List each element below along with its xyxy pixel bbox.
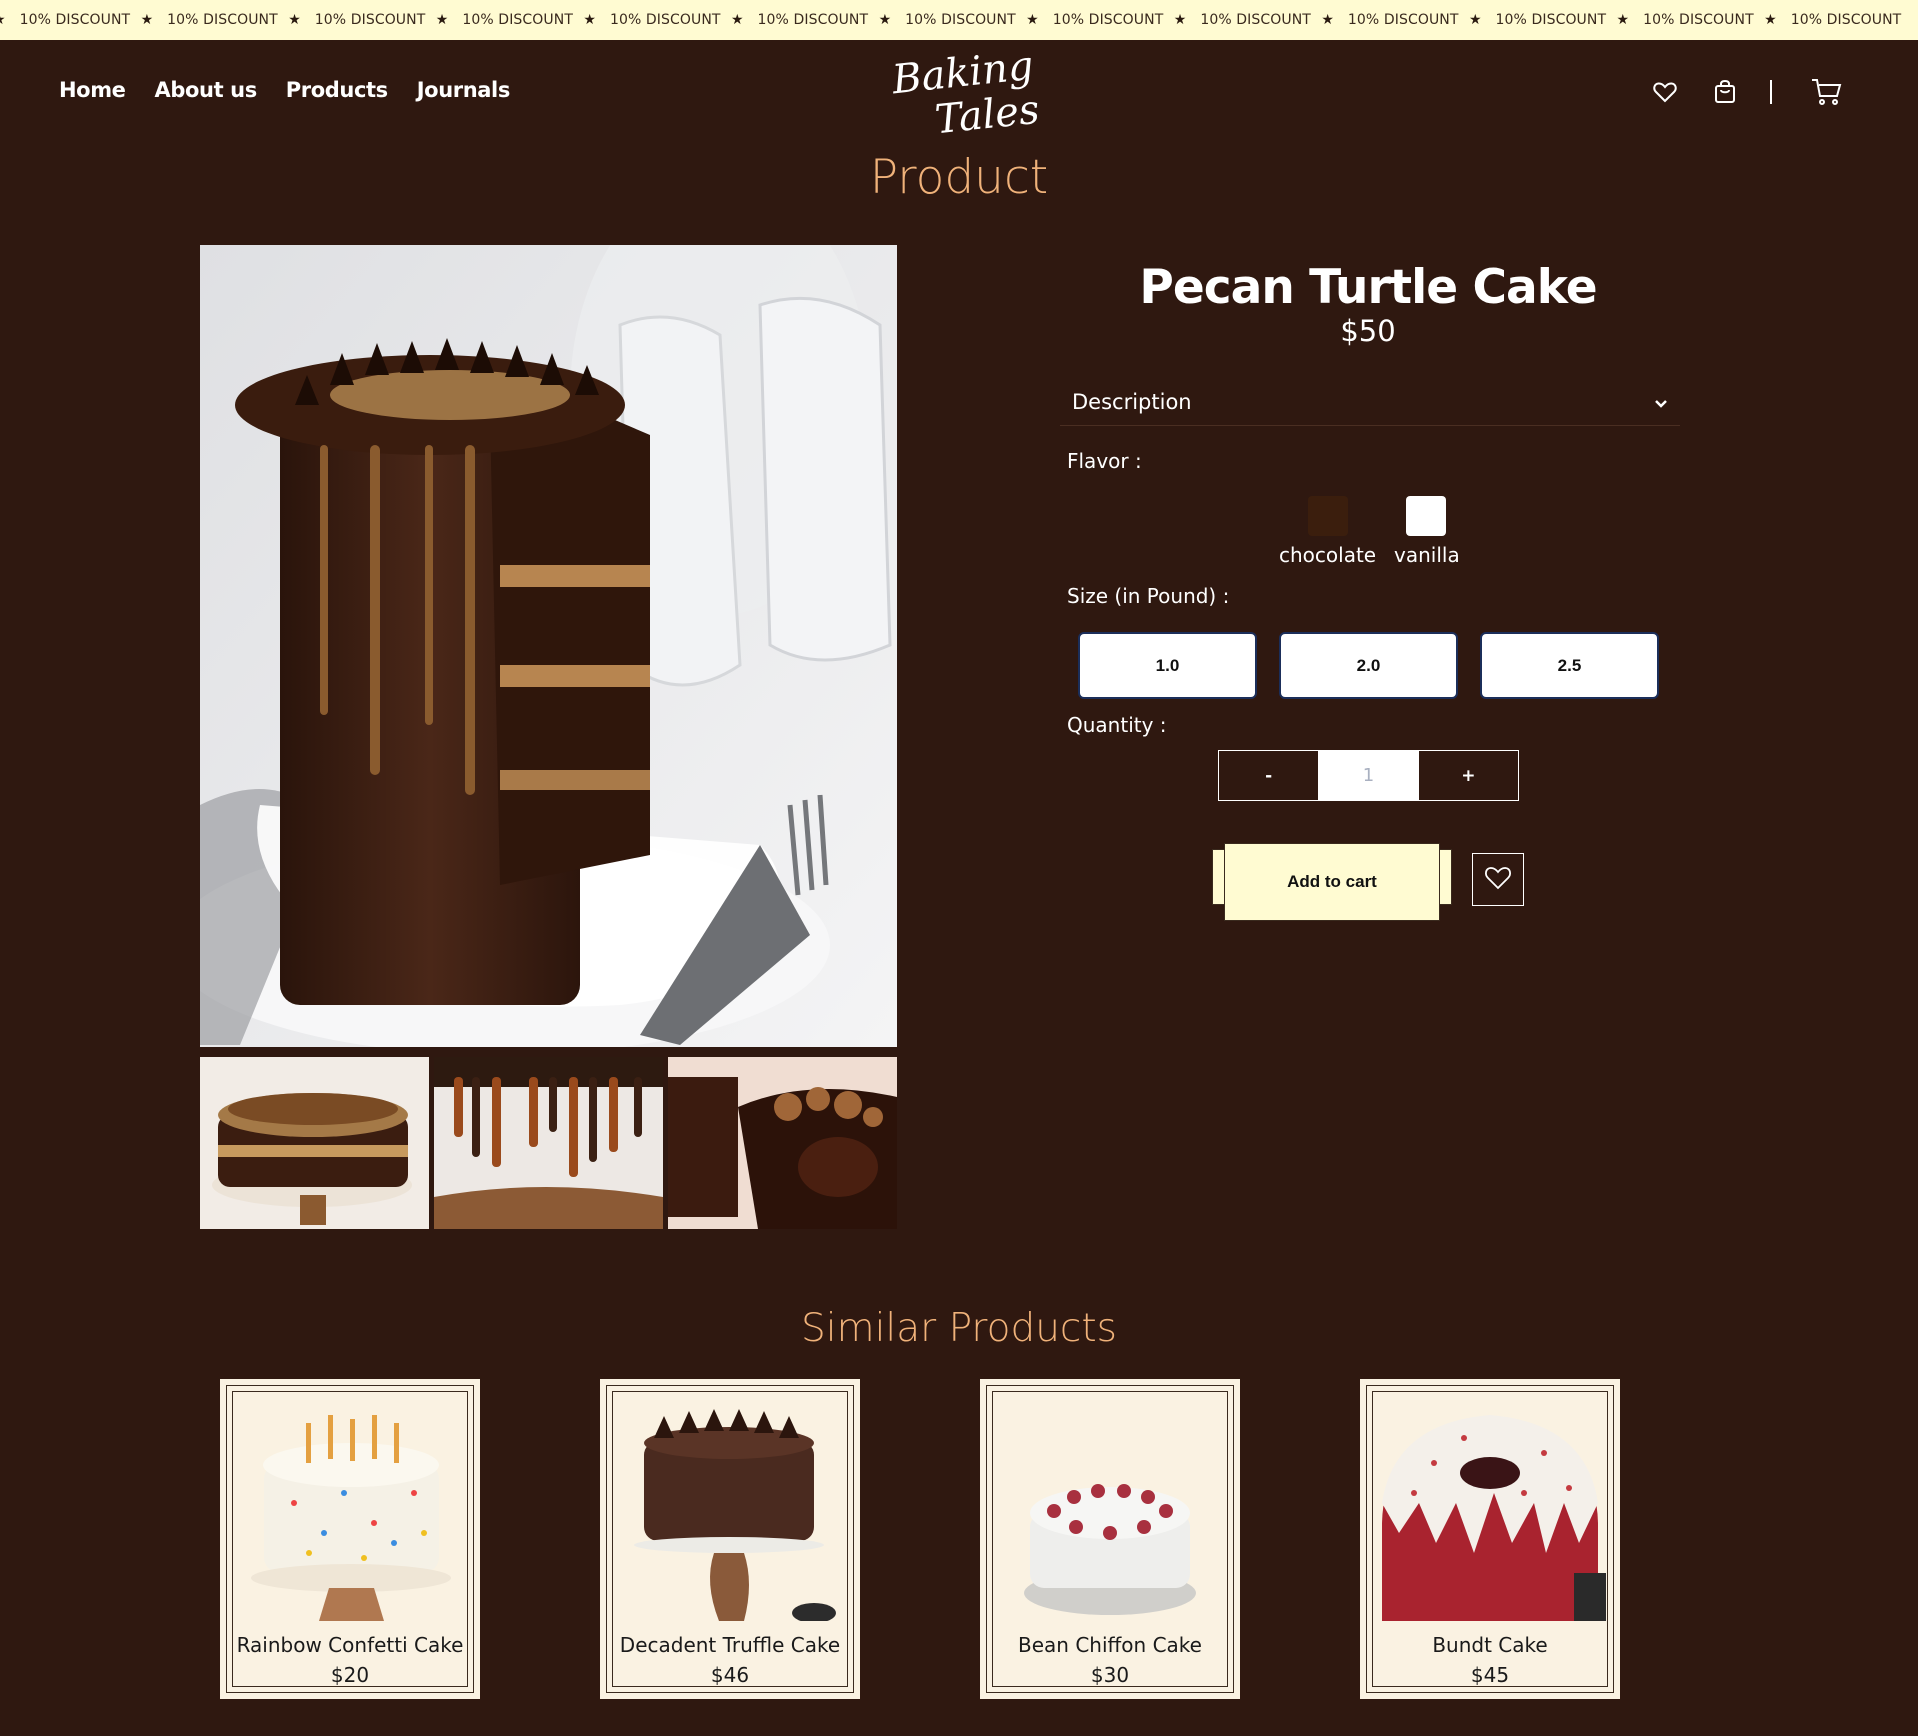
- star-icon: ★: [1173, 12, 1187, 28]
- cart-icon[interactable]: [1810, 78, 1844, 106]
- thumbnail-image-1[interactable]: [200, 1057, 429, 1229]
- marquee-text: 10% DISCOUNT: [905, 12, 1016, 28]
- main-product-image: [200, 245, 897, 1047]
- marquee-item: ★ 10% DISCOUNT: [879, 0, 1027, 40]
- size-option-3[interactable]: 2.5: [1480, 632, 1659, 699]
- shopping-bag-icon[interactable]: [1711, 78, 1739, 106]
- add-to-cart-button[interactable]: Add to cart: [1224, 843, 1440, 921]
- star-icon: ★: [1321, 12, 1334, 28]
- size-label: Size (in Pound) :: [1067, 584, 1230, 608]
- marquee-text: 10% DISCOUNT: [1643, 12, 1754, 28]
- marquee-text: 10% DISCOUNT: [1495, 12, 1607, 28]
- similar-products-title: Similar Products: [801, 1306, 1117, 1351]
- similar-product-card[interactable]: Rainbow Confetti Cake $20: [220, 1379, 480, 1699]
- marquee-text: 10% DISCOUNT: [167, 12, 278, 28]
- similar-product-card[interactable]: Bundt Cake $45: [1360, 1379, 1620, 1699]
- marquee-text: 10% DISCOUNT: [19, 12, 131, 28]
- nav-home-link[interactable]: Home: [59, 78, 126, 102]
- heart-icon: [1484, 865, 1512, 895]
- marquee-item: ★ 10% DISCOUNT: [1469, 0, 1617, 40]
- marquee-item: ★ 10% DISCOUNT: [436, 0, 584, 40]
- main-nav: Home About us Products Journals: [59, 78, 510, 102]
- marquee-item: ★ 10% DISCOUNT: [141, 0, 289, 40]
- star-icon: ★: [435, 12, 449, 28]
- size-option-1[interactable]: 1.0: [1078, 632, 1257, 699]
- star-icon: ★: [1616, 12, 1630, 28]
- marquee-item: ★ 10% DISCOUNT: [1764, 0, 1912, 40]
- flavor-swatch-vanilla[interactable]: [1406, 496, 1446, 536]
- similar-product-price: $45: [1470, 1663, 1510, 1687]
- similar-product-price: $30: [1090, 1663, 1130, 1687]
- marquee-item: ★ 10% DISCOUNT: [731, 0, 879, 40]
- nav-about-link[interactable]: About us: [155, 78, 258, 102]
- similar-product-card[interactable]: Decadent Truffle Cake $46: [600, 1379, 860, 1699]
- product-name: Pecan Turtle Cake: [1139, 260, 1597, 315]
- star-icon: ★: [1468, 12, 1482, 28]
- add-to-wishlist-button[interactable]: [1472, 853, 1524, 906]
- marquee-item: ★ 10% DISCOUNT: [1617, 0, 1765, 40]
- description-accordion[interactable]: Description: [1060, 378, 1680, 426]
- marquee-text: 10% DISCOUNT: [1790, 12, 1902, 28]
- marquee-text: 10% DISCOUNT: [462, 12, 573, 28]
- quantity-decrease-button[interactable]: -: [1219, 751, 1318, 800]
- star-icon: ★: [288, 12, 301, 28]
- add-to-cart-wrapper: Add to cart: [1212, 843, 1452, 921]
- star-icon: ★: [730, 12, 744, 28]
- header-divider: [1770, 80, 1772, 104]
- marquee-item: ★ 10% DISCOUNT: [0, 0, 141, 40]
- flavor-swatch-chocolate[interactable]: [1308, 496, 1348, 536]
- marquee-item: ★ 10% DISCOUNT: [583, 0, 731, 40]
- flavor-label-chocolate: chocolate: [1279, 543, 1377, 567]
- flavor-label: Flavor :: [1067, 449, 1142, 473]
- similar-product-image: [994, 1393, 1226, 1621]
- chevron-down-icon: [1654, 390, 1668, 414]
- star-icon: ★: [583, 12, 596, 28]
- star-icon: ★: [140, 12, 154, 28]
- marquee-text: 10% DISCOUNT: [1052, 12, 1164, 28]
- wishlist-heart-icon[interactable]: [1651, 78, 1679, 106]
- similar-product-image: [1374, 1393, 1606, 1621]
- similar-product-name: Bean Chiffon Cake: [1018, 1633, 1202, 1657]
- star-icon: ★: [1026, 12, 1039, 28]
- marquee-item: ★ 10% DISCOUNT: [1174, 0, 1322, 40]
- star-icon: ★: [878, 12, 892, 28]
- marquee-text: 10% DISCOUNT: [314, 12, 426, 28]
- similar-product-image: [234, 1393, 466, 1621]
- logo-line-2: Tales: [932, 86, 1042, 144]
- similar-product-card[interactable]: Bean Chiffon Cake $30: [980, 1379, 1240, 1699]
- quantity-stepper: - 1 +: [1218, 750, 1519, 801]
- description-label: Description: [1072, 389, 1192, 414]
- quantity-increase-button[interactable]: +: [1419, 751, 1518, 800]
- marquee-item: ★ 10% DISCOUNT: [1321, 0, 1469, 40]
- similar-product-name: Rainbow Confetti Cake: [236, 1633, 464, 1657]
- discount-marquee: ★10% DISCOUNT★10% DISCOUNT★10% DISCOUNT★…: [0, 0, 1918, 40]
- quantity-label: Quantity :: [1067, 713, 1167, 737]
- similar-product-price: $20: [330, 1663, 370, 1687]
- nav-products-link[interactable]: Products: [286, 78, 388, 102]
- similar-product-image: [614, 1393, 846, 1621]
- product-price: $50: [1340, 314, 1396, 348]
- similar-product-price: $46: [710, 1663, 750, 1687]
- similar-product-name: Bundt Cake: [1432, 1633, 1548, 1657]
- nav-journals-link[interactable]: Journals: [417, 78, 511, 102]
- similar-product-name: Decadent Truffle Cake: [619, 1633, 841, 1657]
- marquee-item: ★ 10% DISCOUNT: [288, 0, 436, 40]
- brand-logo[interactable]: Baking Tales: [880, 43, 1042, 144]
- size-option-2[interactable]: 2.0: [1279, 632, 1458, 699]
- star-icon: ★: [1764, 12, 1777, 28]
- marquee-text: 10% DISCOUNT: [1200, 12, 1311, 28]
- thumbnail-image-3[interactable]: [668, 1057, 897, 1229]
- star-icon: ★: [0, 0, 6, 40]
- marquee-item: ★ 10% DISCOUNT: [1026, 0, 1174, 40]
- page-title: Product: [869, 150, 1049, 205]
- marquee-text: 10% DISCOUNT: [609, 12, 721, 28]
- marquee-text: 10% DISCOUNT: [1347, 12, 1459, 28]
- thumbnail-image-2[interactable]: [434, 1057, 663, 1229]
- flavor-label-vanilla: vanilla: [1394, 543, 1460, 567]
- marquee-text: 10% DISCOUNT: [757, 12, 869, 28]
- button-edge-right: [1438, 849, 1452, 905]
- quantity-input[interactable]: 1: [1318, 751, 1419, 800]
